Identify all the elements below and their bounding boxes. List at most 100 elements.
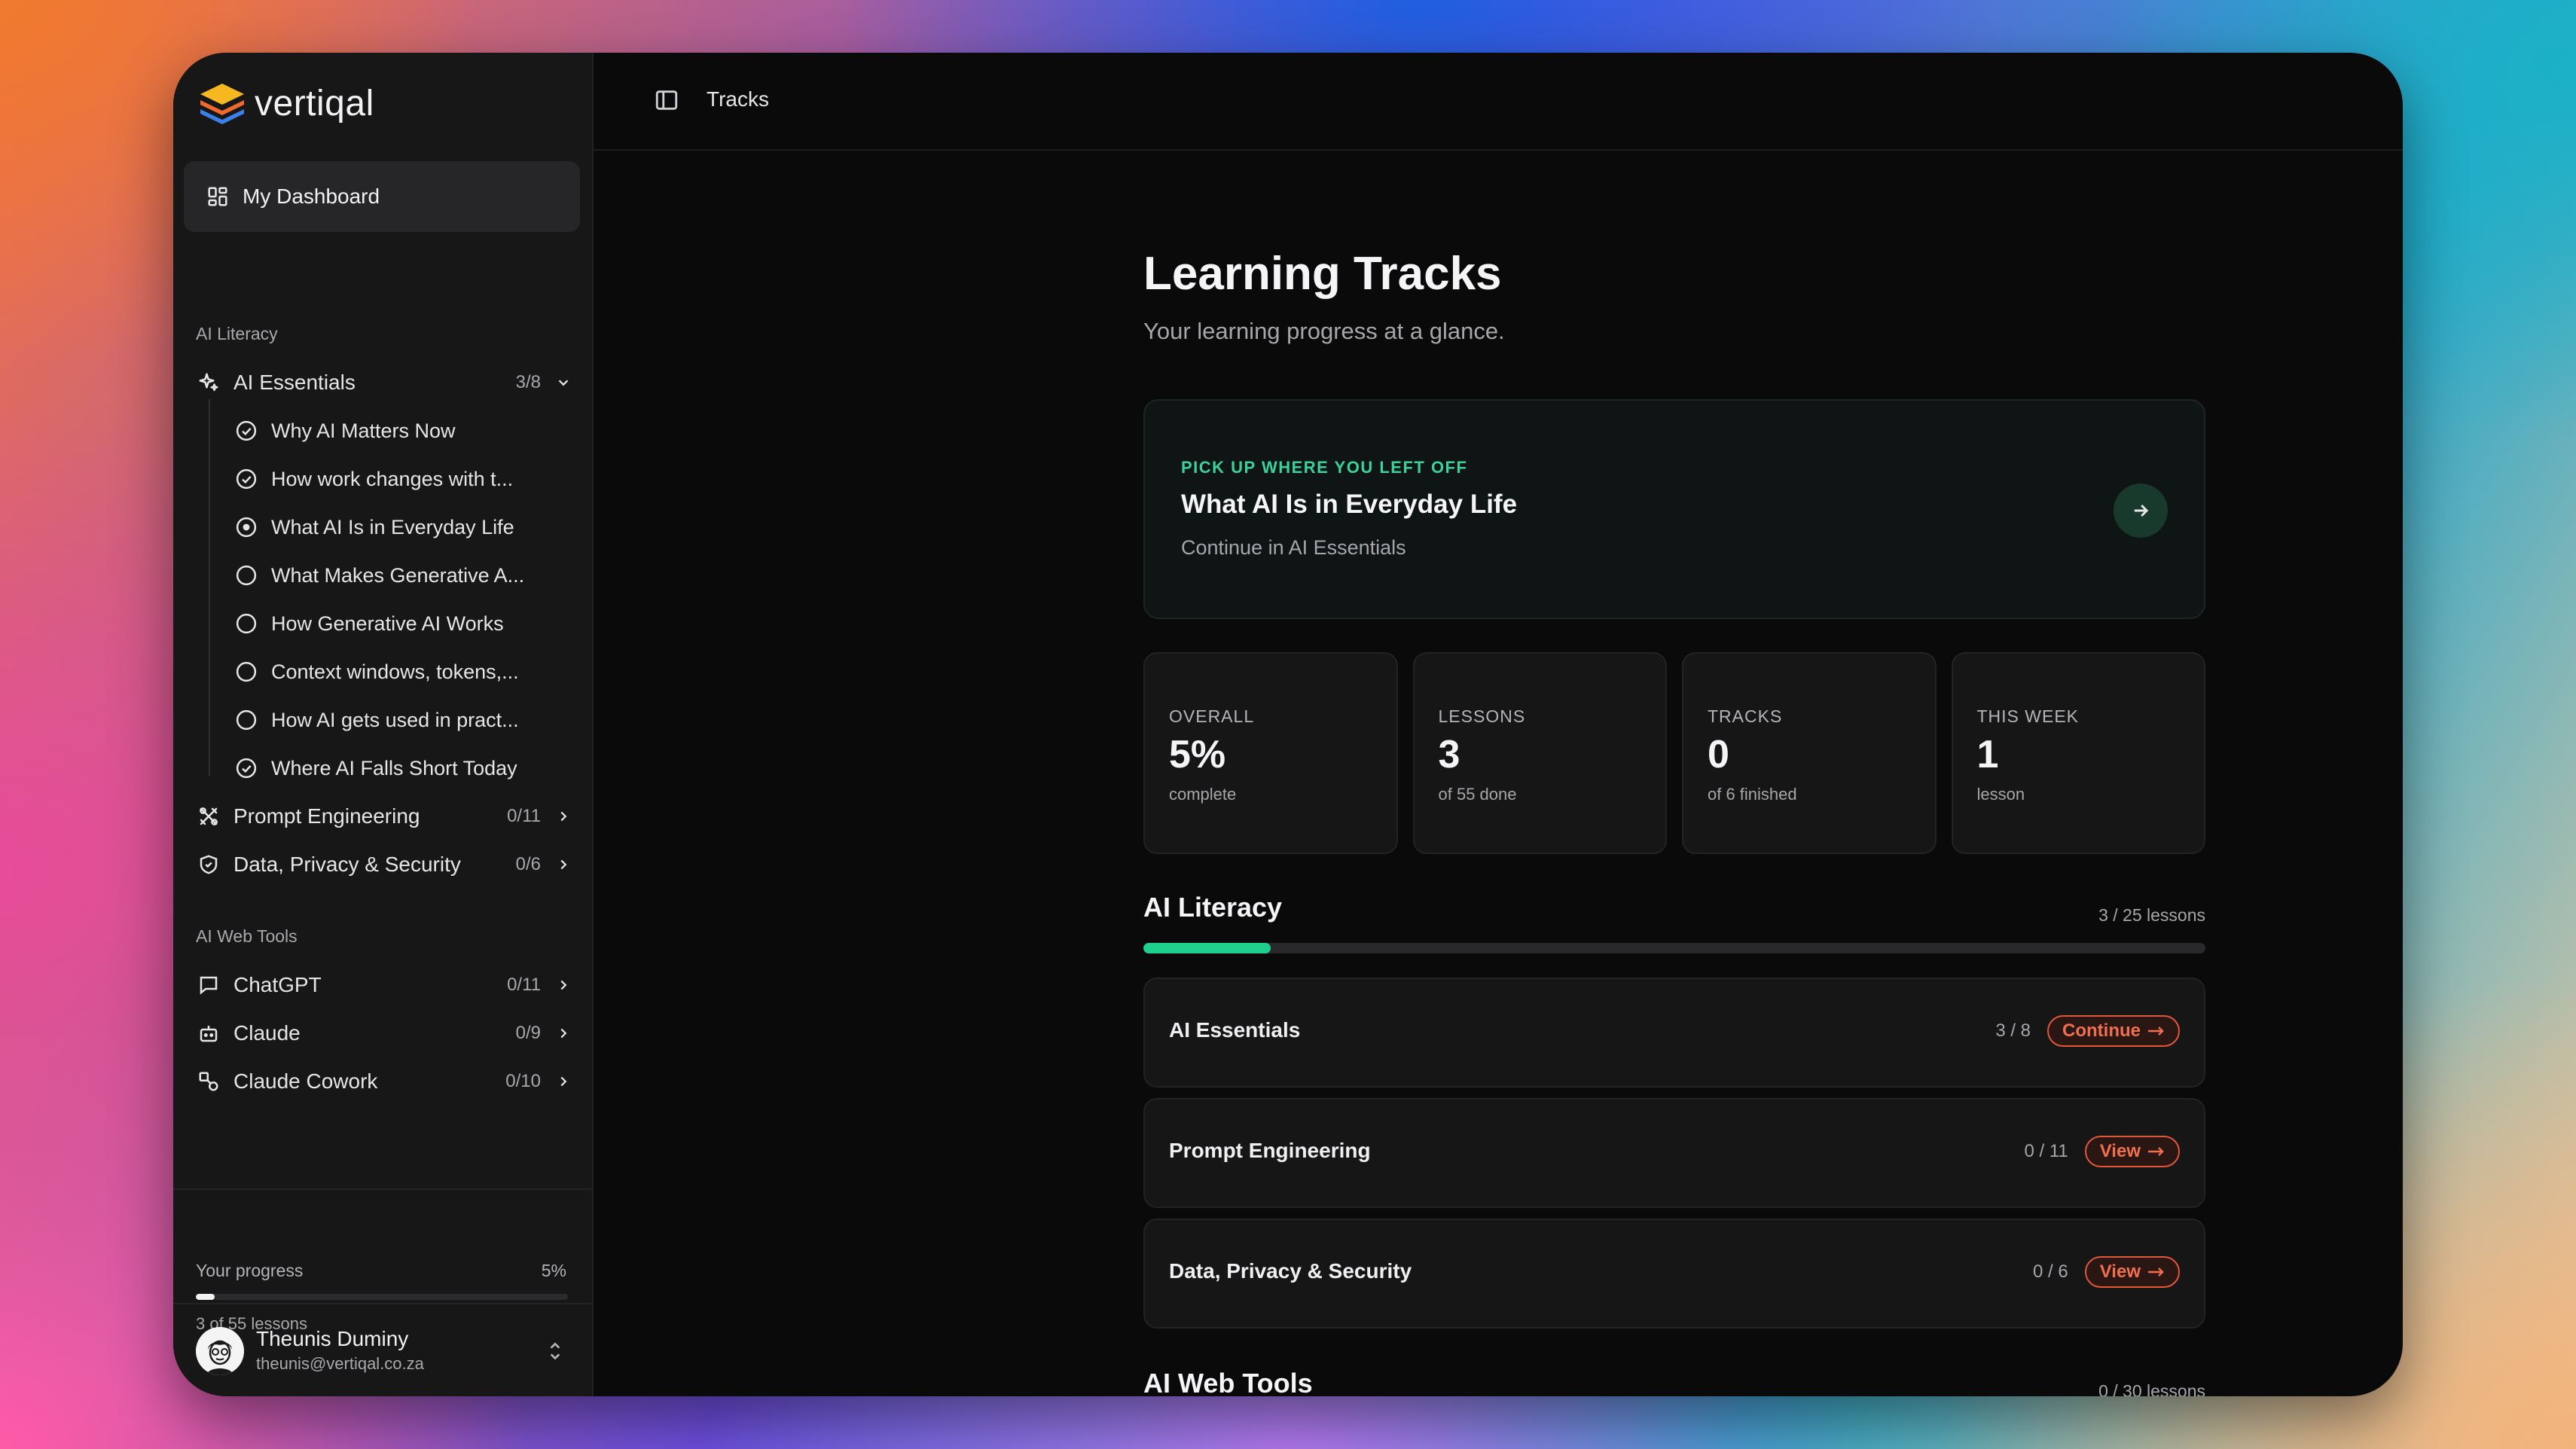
- sidebar-item-label: AI Essentials: [233, 371, 356, 394]
- tools-icon: [196, 804, 221, 829]
- empty-circle-icon: [233, 611, 259, 636]
- view-button[interactable]: View: [2084, 1136, 2180, 1167]
- lesson-item[interactable]: How work changes with t...: [233, 458, 565, 500]
- arrow-right-icon: [2148, 1267, 2164, 1277]
- sidebar-item-data-privacy-security[interactable]: Data, Privacy & Security 0/6: [196, 843, 572, 886]
- track-count: 0 / 11: [2024, 1141, 2068, 1161]
- stat-card-this-week: THIS WEEK 1 lesson: [1951, 652, 2205, 854]
- progress-bar-fill: [196, 1294, 215, 1300]
- empty-circle-icon: [233, 563, 259, 588]
- sidebar-item-count: 0/11: [507, 975, 541, 995]
- sidebar-item-chatgpt[interactable]: ChatGPT 0/11: [196, 964, 572, 1006]
- user-name: Theunis Duminy: [256, 1327, 409, 1350]
- check-circle-icon: [233, 466, 259, 492]
- arrow-right-icon: [2134, 504, 2149, 517]
- track-row-prompt-engineering[interactable]: Prompt Engineering 0 / 11 View: [1143, 1098, 2205, 1208]
- stat-card-overall: OVERALL 5% complete: [1143, 652, 1398, 854]
- lesson-item[interactable]: Why AI Matters Now: [233, 410, 565, 452]
- track-row-ai-essentials[interactable]: AI Essentials 3 / 8 Continue: [1143, 978, 2205, 1088]
- logo-icon: [200, 84, 244, 124]
- bot-icon: [196, 1020, 221, 1046]
- empty-circle-icon: [233, 707, 259, 733]
- track-row-data-privacy-security[interactable]: Data, Privacy & Security 0 / 6 View: [1143, 1219, 2205, 1329]
- sidebar-toggle-icon[interactable]: [654, 87, 679, 113]
- brand-logo[interactable]: vertiqal: [197, 77, 374, 130]
- lesson-item-current[interactable]: What AI Is in Everyday Life: [233, 506, 565, 548]
- progress-bar: [196, 1294, 568, 1300]
- chevron-down-icon[interactable]: [554, 374, 572, 392]
- sidebar-item-claude-cowork[interactable]: Claude Cowork 0/10: [196, 1060, 572, 1103]
- sidebar-item-prompt-engineering[interactable]: Prompt Engineering 0/11: [196, 795, 572, 837]
- progress-label: Your progress: [196, 1261, 304, 1280]
- resume-sub: Continue in AI Essentials: [1181, 536, 1406, 559]
- chevron-right-icon[interactable]: [554, 856, 572, 874]
- check-circle-icon: [233, 755, 259, 781]
- track-count: 0 / 6: [2033, 1261, 2068, 1282]
- chevron-right-icon[interactable]: [554, 976, 572, 994]
- sidebar-progress-panel: Your progress 5%: [173, 1188, 592, 1309]
- current-lesson-icon: [233, 514, 259, 540]
- sparkles-icon: [196, 370, 221, 395]
- topbar: Tracks: [594, 53, 2403, 151]
- lesson-item[interactable]: Context windows, tokens,...: [233, 651, 565, 693]
- resume-title: What AI Is in Everyday Life: [1181, 490, 1518, 519]
- shield-icon: [196, 852, 221, 877]
- sidebar-item-count: 0/9: [515, 1023, 541, 1043]
- resume-arrow-button[interactable]: [2114, 484, 2168, 538]
- section-progress-bar: [1143, 943, 2205, 953]
- page-subtitle: Your learning progress at a glance.: [1143, 318, 1505, 344]
- my-dashboard-button[interactable]: My Dashboard: [184, 161, 580, 232]
- chevron-right-icon[interactable]: [554, 1072, 572, 1091]
- app-window: vertiqal My Dashboard AI Literacy AI Ess…: [173, 53, 2403, 1396]
- sidebar-item-label: ChatGPT: [233, 973, 322, 996]
- resume-card[interactable]: PICK UP WHERE YOU LEFT OFF What AI Is in…: [1143, 399, 2205, 619]
- page-title: Learning Tracks: [1143, 248, 1502, 300]
- lesson-item[interactable]: Where AI Falls Short Today: [233, 747, 565, 789]
- breadcrumb: Tracks: [707, 87, 769, 111]
- lesson-item[interactable]: What Makes Generative A...: [233, 554, 565, 596]
- continue-button[interactable]: Continue: [2047, 1015, 2180, 1047]
- brand-name: vertiqal: [255, 83, 374, 124]
- lesson-tree-line: [209, 399, 210, 776]
- dashboard-icon: [208, 187, 227, 206]
- chevron-up-down-icon[interactable]: [545, 1339, 565, 1363]
- section-count: 0 / 30 lessons: [2098, 1381, 2205, 1396]
- main-content: Tracks Learning Tracks Your learning pro…: [594, 53, 2403, 1396]
- progress-percent: 5%: [541, 1261, 566, 1280]
- sidebar-item-claude[interactable]: Claude 0/9: [196, 1012, 572, 1054]
- chat-icon: [196, 972, 221, 998]
- track-count: 3 / 8: [1995, 1020, 2031, 1041]
- sidebar-item-label: Claude: [233, 1021, 301, 1045]
- sidebar-item-label: Claude Cowork: [233, 1069, 378, 1093]
- arrow-right-icon: [2148, 1147, 2164, 1156]
- chevron-right-icon[interactable]: [554, 807, 572, 825]
- lesson-item[interactable]: How AI gets used in pract...: [233, 699, 565, 741]
- check-circle-icon: [233, 418, 259, 444]
- shapes-icon: [196, 1069, 221, 1094]
- section-title-ai-literacy: AI Literacy: [1143, 892, 1283, 923]
- avatar: [196, 1327, 244, 1375]
- empty-circle-icon: [233, 659, 259, 685]
- group-label-ai-literacy: AI Literacy: [196, 324, 278, 343]
- view-button[interactable]: View: [2084, 1256, 2180, 1288]
- chevron-right-icon[interactable]: [554, 1024, 572, 1042]
- sidebar-item-count: 0/10: [505, 1071, 541, 1091]
- section-count: 3 / 25 lessons: [2098, 905, 2205, 925]
- sidebar-item-count: 3/8: [515, 372, 541, 392]
- sidebar-item-label: Data, Privacy & Security: [233, 853, 461, 876]
- sidebar-item-count: 0/6: [515, 854, 541, 874]
- my-dashboard-label: My Dashboard: [243, 185, 380, 208]
- stat-card-lessons: LESSONS 3 of 55 done: [1412, 652, 1667, 854]
- user-menu[interactable]: Theunis Duminy theunis@vertiqal.co.za: [173, 1303, 592, 1396]
- sidebar: vertiqal My Dashboard AI Literacy AI Ess…: [173, 53, 594, 1396]
- sidebar-item-ai-essentials[interactable]: AI Essentials 3/8: [196, 361, 572, 404]
- section-title-ai-web-tools: AI Web Tools: [1143, 1368, 1313, 1396]
- arrow-right-icon: [2148, 1027, 2164, 1036]
- stat-card-tracks: TRACKS 0 of 6 finished: [1682, 652, 1937, 854]
- user-email: theunis@vertiqal.co.za: [256, 1354, 424, 1373]
- stats-row: OVERALL 5% complete LESSONS 3 of 55 done…: [1143, 652, 2205, 854]
- sidebar-item-count: 0/11: [507, 806, 541, 826]
- lesson-item[interactable]: How Generative AI Works: [233, 602, 565, 645]
- section-progress-fill: [1143, 943, 1271, 953]
- sidebar-item-label: Prompt Engineering: [233, 804, 420, 828]
